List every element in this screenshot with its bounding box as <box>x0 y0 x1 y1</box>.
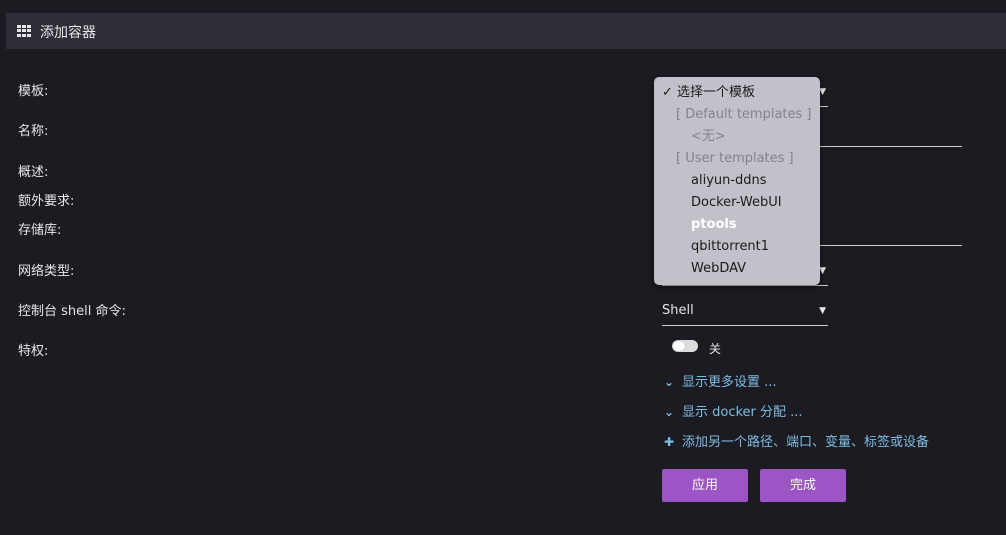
dropdown-option-none[interactable]: <无> <box>691 126 857 148</box>
dropdown-group-default: [ Default templates ] <box>676 107 812 122</box>
show-more-settings-link[interactable]: ⌄ 显示更多设置 ... <box>664 371 777 390</box>
console-shell-label: 控制台 shell 命令: <box>18 304 126 319</box>
dropdown-option[interactable]: aliyun-ddns <box>691 170 857 192</box>
repository-label: 存储库: <box>18 223 62 238</box>
template-dropdown-menu: ✓ 选择一个模板 [ Default templates ] <无> [ Use… <box>654 77 820 285</box>
show-docker-allocation-text: 显示 docker 分配 ... <box>682 405 803 420</box>
dropdown-group-user: [ User templates ] <box>676 151 794 166</box>
overview-label: 概述: <box>18 165 49 180</box>
network-type-label: 网络类型: <box>18 264 75 279</box>
dropdown-selected-option[interactable]: ✓ 选择一个模板 <box>654 82 828 104</box>
apply-button[interactable]: 应用 <box>662 469 748 502</box>
chevron-down-icon: ⌄ <box>664 405 675 419</box>
name-label: 名称: <box>18 124 49 139</box>
dropdown-option-highlighted[interactable]: ptools <box>691 214 857 236</box>
chevron-down-icon: ▼ <box>819 306 826 316</box>
page-title: 添加容器 <box>40 25 96 41</box>
toggle-knob <box>673 341 685 351</box>
add-path-text: 添加另一个路径、端口、变量、标签或设备 <box>682 435 930 450</box>
add-path-link[interactable]: ✚ 添加另一个路径、端口、变量、标签或设备 <box>664 431 929 450</box>
console-shell-value: Shell <box>662 303 694 318</box>
show-docker-allocation-link[interactable]: ⌄ 显示 docker 分配 ... <box>664 401 803 420</box>
grid-icon <box>17 25 31 37</box>
privileged-label: 特权: <box>18 344 49 359</box>
dropdown-option[interactable]: Docker-WebUI <box>691 192 857 214</box>
privileged-toggle[interactable] <box>672 340 698 352</box>
dropdown-option[interactable]: WebDAV <box>691 258 857 280</box>
show-more-settings-text: 显示更多设置 ... <box>682 375 777 390</box>
dropdown-option[interactable]: qbittorrent1 <box>691 236 857 258</box>
done-button[interactable]: 完成 <box>760 469 846 502</box>
chevron-down-icon: ⌄ <box>664 375 675 389</box>
template-label: 模板: <box>18 84 49 99</box>
extra-requirements-label: 额外要求: <box>18 194 75 209</box>
title-bar: 添加容器 <box>6 13 1006 49</box>
privileged-toggle-text: 关 <box>709 342 722 356</box>
plus-icon: ✚ <box>664 435 675 449</box>
console-shell-select[interactable]: Shell ▼ <box>662 299 828 326</box>
